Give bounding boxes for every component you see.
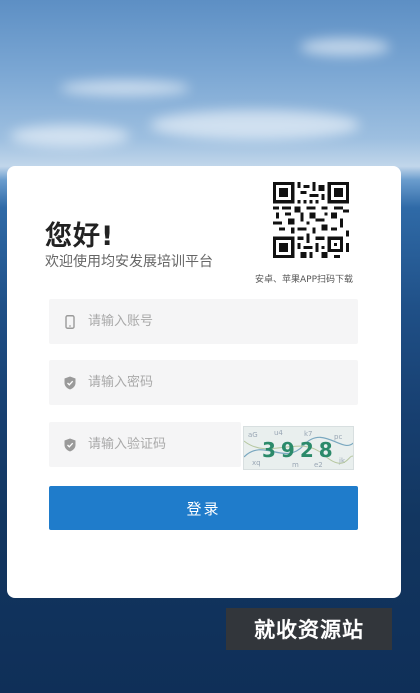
- cloud: [300, 38, 390, 56]
- platform-subtitle: 欢迎使用均安发展培训平台: [45, 254, 213, 270]
- login-card: 您好! 欢迎使用均安发展培训平台 安卓、苹果APP扫码下载 请输入账号 请输入验…: [7, 166, 401, 598]
- phone-icon: [63, 314, 77, 329]
- captcha-input[interactable]: [86, 436, 230, 453]
- svg-text:jk: jk: [338, 457, 346, 465]
- captcha-code: 3928: [262, 438, 338, 462]
- svg-text:e2: e2: [314, 461, 323, 469]
- greeting-title: 您好!: [45, 221, 115, 252]
- app-download-qr-code: [273, 182, 349, 258]
- shield-icon: [63, 438, 77, 452]
- login-button[interactable]: 登录: [49, 486, 358, 530]
- account-input[interactable]: [86, 313, 290, 330]
- cloud: [60, 80, 190, 96]
- captcha-image[interactable]: aG k7 pc xq e2 jk m u4 3928: [243, 426, 354, 470]
- watermark: 就收资源站: [226, 608, 392, 650]
- cloud: [10, 125, 130, 147]
- svg-text:aG: aG: [248, 431, 258, 439]
- shield-icon: [63, 376, 77, 390]
- qr-caption: 安卓、苹果APP扫码下载: [255, 275, 354, 285]
- svg-text:xq: xq: [252, 459, 261, 467]
- ocean-background: 您好! 欢迎使用均安发展培训平台 安卓、苹果APP扫码下载 请输入账号 请输入验…: [0, 0, 420, 693]
- password-field[interactable]: [49, 360, 358, 405]
- svg-text:k7: k7: [304, 430, 313, 438]
- password-input[interactable]: [86, 374, 290, 391]
- cloud: [150, 110, 360, 140]
- account-field[interactable]: [49, 299, 358, 344]
- svg-text:m: m: [292, 461, 299, 469]
- captcha-field[interactable]: [49, 422, 241, 467]
- svg-text:u4: u4: [274, 429, 283, 437]
